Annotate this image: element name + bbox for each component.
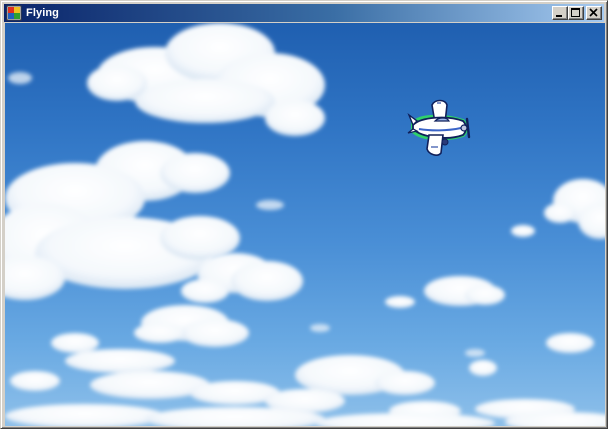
airplane-icon[interactable] [405, 95, 473, 157]
minimize-button[interactable] [552, 6, 568, 20]
close-button[interactable] [586, 6, 602, 20]
cloud [385, 276, 505, 308]
close-icon [589, 8, 598, 17]
maximize-button[interactable] [568, 6, 584, 20]
cloud [134, 305, 249, 347]
app-icon[interactable] [6, 5, 22, 21]
cloud [87, 23, 325, 136]
minimize-icon [556, 15, 562, 17]
caption-buttons [552, 6, 602, 20]
title-bar[interactable]: Flying [4, 4, 604, 22]
cloud [5, 333, 605, 426]
game-canvas[interactable] [5, 23, 605, 426]
app-window: Flying [0, 0, 608, 429]
maximize-icon [571, 8, 580, 17]
cloud [544, 179, 605, 239]
window-title: Flying [26, 7, 59, 19]
sky-background [5, 23, 605, 426]
